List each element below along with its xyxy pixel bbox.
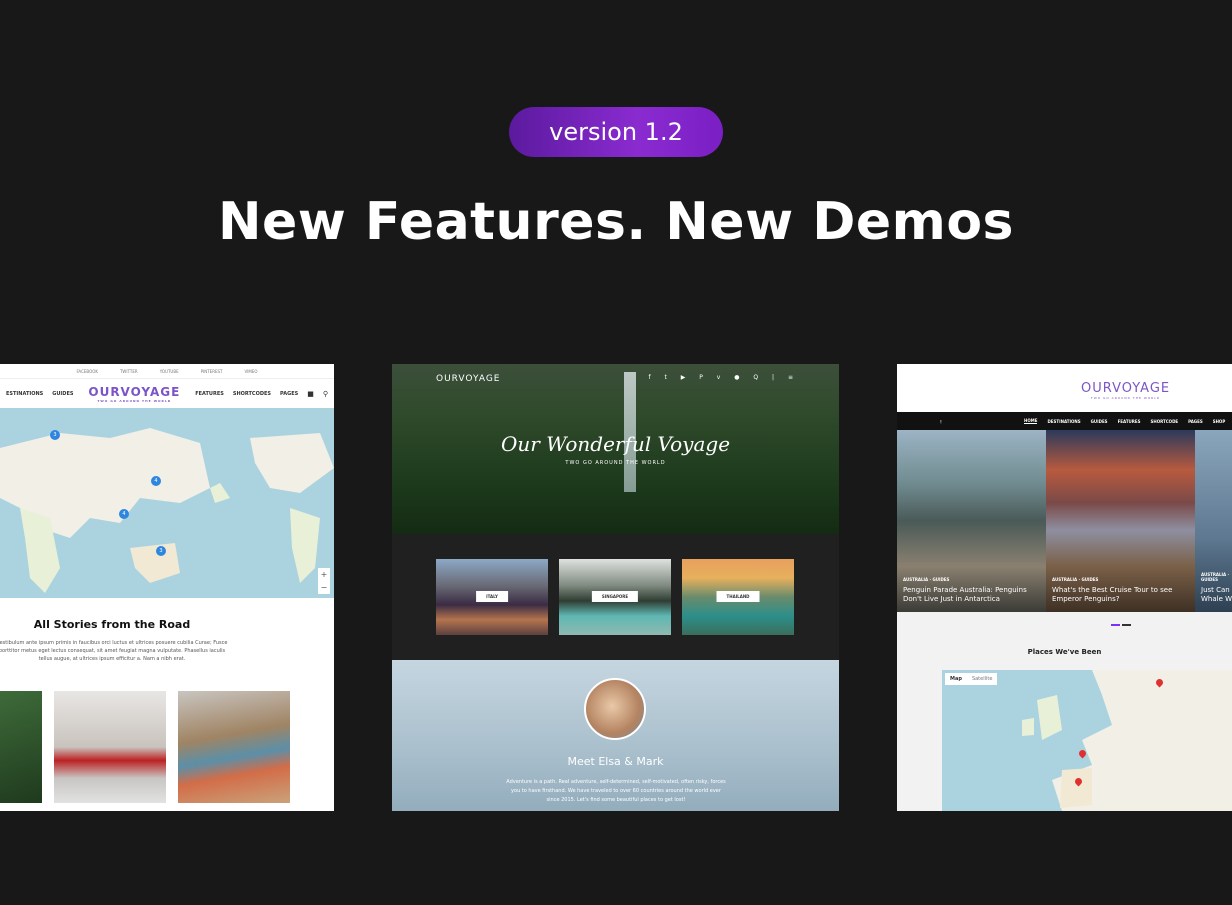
main-nav: ESTINATIONS GUIDES OURVOYAGE TWO GO AROU…	[0, 379, 334, 410]
social-link[interactable]: TWITTER	[120, 369, 138, 374]
story-thumb[interactable]	[0, 691, 42, 803]
social-bar: FACEBOOK TWITTER YOUTUBE PINTEREST VIMEO	[0, 364, 334, 379]
nav-item[interactable]: PAGES	[280, 391, 298, 397]
main-nav: ⋮ HOME DESTINATIONS GUIDES FEATURES SHOR…	[897, 412, 1232, 430]
site-logo[interactable]: OURVOYAGE TWO GO AROUND THE WORLD	[1081, 377, 1170, 400]
map-tab[interactable]: Map	[945, 673, 967, 685]
social-icons[interactable]: f t ▶ P v ● Q | ≡	[648, 374, 799, 384]
section-title: All Stories from the Road	[33, 618, 191, 631]
social-link[interactable]: PINTEREST	[201, 369, 223, 374]
nav-item[interactable]: FEATURES	[1118, 419, 1141, 424]
search-icon[interactable]: ⚲	[323, 390, 328, 398]
hero-subtitle: TWO GO AROUND THE WORLD	[565, 460, 666, 466]
demo-screenshot-center[interactable]: OURVOYAGE f t ▶ P v ● Q | ≡ Our Wonderfu…	[392, 364, 839, 811]
world-map[interactable]: 3 4 4 3 + −	[0, 408, 334, 598]
hero-banner: OURVOYAGE f t ▶ P v ● Q | ≡ Our Wonderfu…	[392, 364, 839, 534]
nav-item[interactable]: GUIDES	[52, 391, 73, 397]
social-link[interactable]: VIMEO	[244, 369, 257, 374]
hero-title: Our Wonderful Voyage	[500, 432, 731, 456]
featured-post[interactable]: AUSTRALIA · GUIDES Just Can Whale W	[1195, 430, 1232, 612]
nav-item[interactable]: SHOP	[1213, 419, 1226, 424]
nav-item[interactable]: HOME	[1024, 418, 1038, 424]
about-title: Meet Elsa & Mark	[567, 755, 664, 768]
featured-post[interactable]: AUSTRALIA · GUIDES What's the Best Cruis…	[1046, 430, 1195, 612]
map-pin[interactable]: 3	[156, 546, 166, 556]
map-pin[interactable]: 4	[119, 509, 129, 519]
featured-post[interactable]: AUSTRALIA · GUIDES Penguin Parade Austra…	[897, 430, 1046, 612]
nav-item[interactable]: SHORTCODES	[233, 391, 271, 397]
destination-card[interactable]: SINGAPORE	[559, 559, 671, 635]
site-header: OURVOYAGE TWO GO AROUND THE WORLD	[897, 364, 1232, 412]
destination-card[interactable]: THAILAND	[682, 559, 794, 635]
stories-section: All Stories from the Road Vestibulum ant…	[0, 618, 334, 663]
social-link[interactable]: YOUTUBE	[160, 369, 179, 374]
hero-logo[interactable]: OURVOYAGE	[436, 374, 500, 384]
map-pin[interactable]: 4	[151, 476, 161, 486]
zoom-controls[interactable]: + −	[318, 568, 330, 594]
nav-item[interactable]: GUIDES	[1091, 419, 1108, 424]
about-text: Adventure is a path. Real adventure, sel…	[506, 779, 726, 803]
about-section: Meet Elsa & Mark Adventure is a path. Re…	[392, 660, 839, 811]
map-tab[interactable]: Satellite	[967, 673, 997, 685]
europe-map[interactable]: Map Satellite	[942, 670, 1232, 811]
nav-item[interactable]: SHORTCODE	[1150, 419, 1178, 424]
cart-icon[interactable]: ■	[307, 390, 314, 398]
author-avatar	[584, 678, 646, 740]
places-title: Places We've Been	[1027, 648, 1102, 656]
social-link[interactable]: FACEBOOK	[76, 369, 98, 374]
slider-dots[interactable]	[1111, 624, 1131, 626]
demo-screenshot-right[interactable]: OURVOYAGE TWO GO AROUND THE WORLD ⋮ HOME…	[897, 364, 1232, 811]
nav-item[interactable]: FEATURES	[195, 391, 224, 397]
menu-icon[interactable]: ⋮	[939, 419, 943, 424]
section-text: Vestibulum ante ipsum primis in faucibus…	[0, 640, 228, 662]
page-headline: New Features. New Demos	[217, 192, 1015, 252]
site-logo[interactable]: OURVOYAGE TWO GO AROUND THE WORLD	[88, 385, 180, 403]
destination-card[interactable]: ITALY	[436, 559, 548, 635]
nav-item[interactable]: ESTINATIONS	[6, 391, 43, 397]
story-thumb[interactable]	[54, 691, 166, 803]
map-pin[interactable]: 3	[50, 430, 60, 440]
nav-item[interactable]: DESTINATIONS	[1047, 419, 1080, 424]
story-thumb[interactable]	[178, 691, 290, 803]
map-type-tabs[interactable]: Map Satellite	[945, 673, 998, 685]
version-badge: version 1.2	[509, 107, 723, 157]
nav-item[interactable]: PAGES	[1188, 419, 1203, 424]
demo-screenshot-left[interactable]: FACEBOOK TWITTER YOUTUBE PINTEREST VIMEO…	[0, 364, 334, 811]
